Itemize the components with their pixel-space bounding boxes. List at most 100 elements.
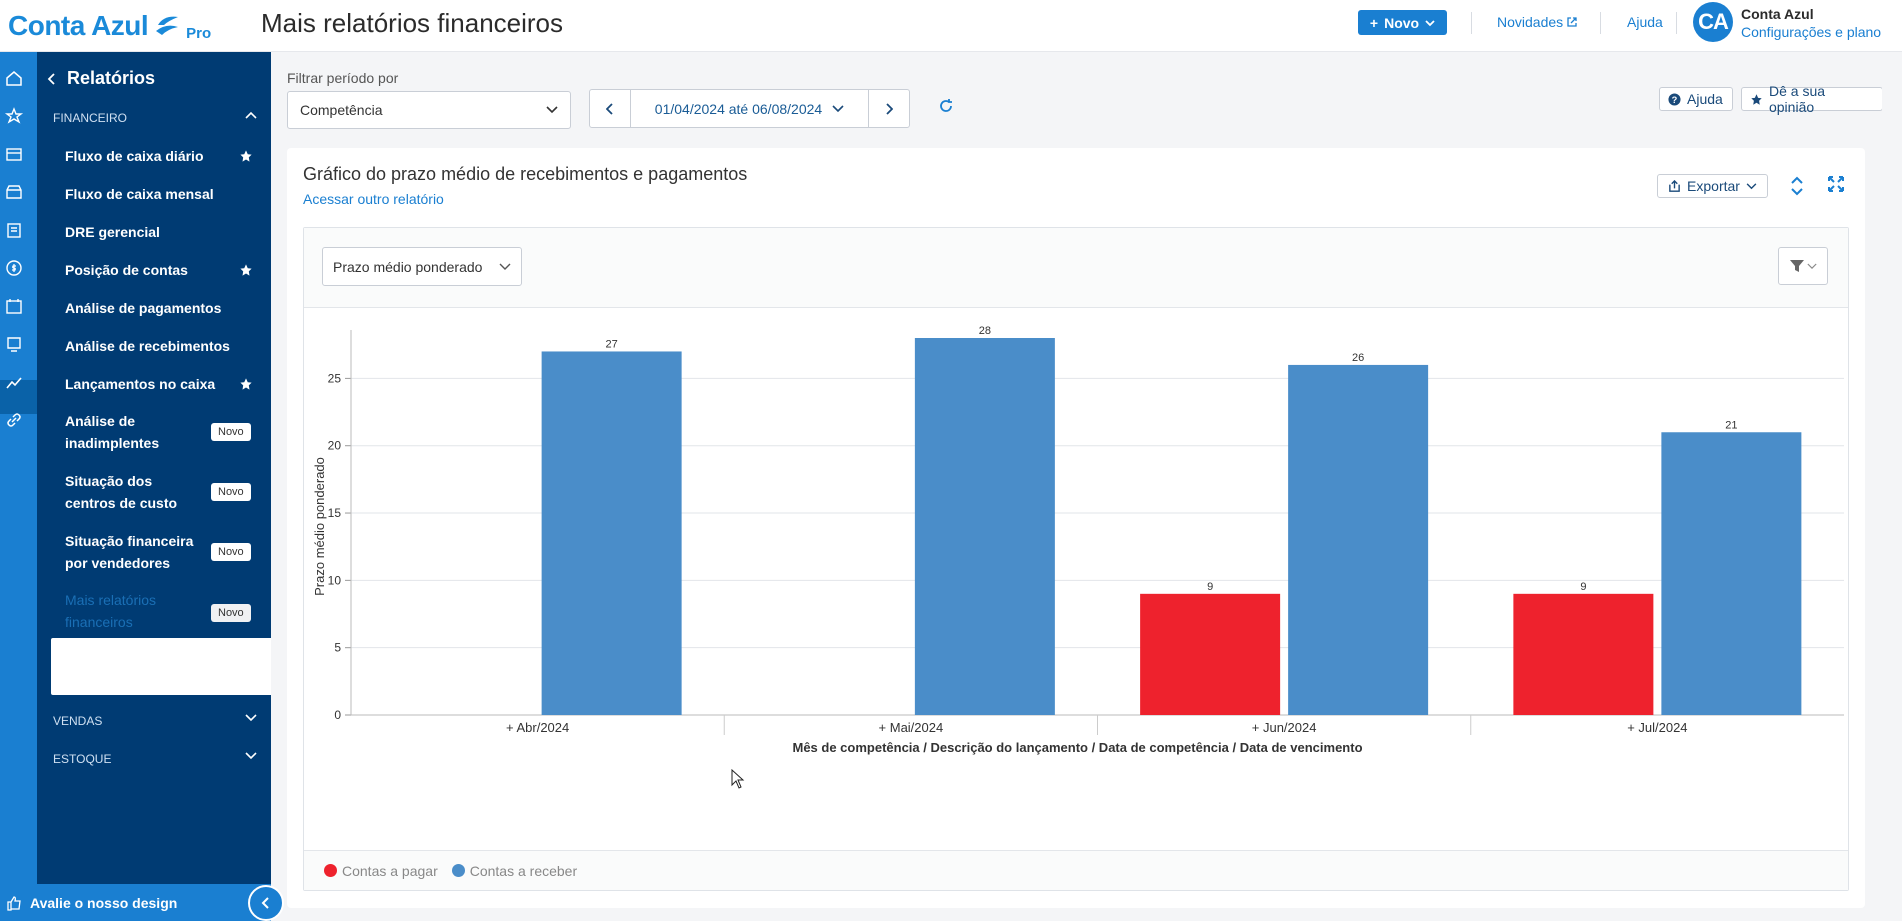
logo-text: Conta Azul [8, 10, 149, 41]
legend-item-pagar[interactable]: Contas a pagar [324, 863, 438, 879]
collapse-sidebar-button[interactable] [248, 885, 284, 921]
previous-period-button[interactable] [590, 90, 630, 127]
section-label: VENDAS [53, 714, 103, 728]
chevron-right-icon [886, 102, 893, 115]
section-estoque[interactable]: ESTOQUE [53, 752, 257, 766]
home-icon[interactable] [4, 68, 24, 88]
chevron-left-icon [261, 897, 269, 909]
opinion-button-label: Dê a sua opinião [1768, 83, 1826, 115]
section-vendas[interactable]: VENDAS [53, 714, 257, 728]
chart-line-icon[interactable] [4, 372, 24, 392]
bar-contas-a-receber [1661, 432, 1802, 715]
news-link-label: Novidades [1497, 14, 1564, 30]
date-range-value: 01/04/2024 até 06/08/2024 [654, 100, 823, 117]
data-label: 26 [1352, 352, 1364, 364]
external-link-icon [1567, 17, 1577, 27]
period-filter-label: Filtrar período por [287, 70, 399, 86]
sidebar-item-fluxo-diario[interactable]: Fluxo de caixa diário [65, 145, 257, 167]
clipboard-icon[interactable] [4, 220, 24, 240]
feedback-opinion-button[interactable]: Dê a sua opinião [1741, 83, 1883, 115]
avatar[interactable]: CA [1693, 2, 1733, 42]
sidebar-item-label: DRE gerencial [65, 224, 160, 240]
new-button-label: Novo [1384, 14, 1420, 31]
sidebar-item-centros-custo[interactable]: Situação dos centros de custo [65, 470, 205, 514]
store-icon[interactable] [4, 182, 24, 202]
section-financeiro[interactable]: FINANCEIRO [53, 111, 257, 125]
page-title: Mais relatórios financeiros [261, 8, 564, 38]
divider [1471, 12, 1472, 34]
chart-filter-button[interactable] [1778, 247, 1828, 285]
sidebar-item-posicao-contas[interactable]: Posição de contas [65, 259, 257, 281]
register-icon[interactable] [4, 144, 24, 164]
sidebar-item-inadimplentes[interactable]: Análise de inadimplentes [65, 410, 185, 454]
feedback-label: Avalie o nosso design [30, 894, 178, 911]
help-link[interactable]: Ajuda [1627, 14, 1663, 30]
sidebar-item-label: Análise de recebimentos [65, 338, 230, 354]
sidebar-item-label: Situação financeira por vendedores [65, 533, 194, 571]
y-axis-label: Prazo médio ponderado [312, 457, 327, 596]
expand-collapse-icon[interactable] [1790, 176, 1804, 196]
period-select[interactable]: Competência [287, 91, 571, 129]
sidebar-item-label: Análise de pagamentos [65, 300, 222, 316]
logo[interactable]: Conta Azul Pro [8, 6, 211, 46]
news-link[interactable]: Novidades [1497, 14, 1577, 30]
chart-toolbar: Prazo médio ponderado [304, 228, 1848, 308]
data-label: 27 [606, 338, 618, 350]
report-card: Gráfico do prazo médio de recebimentos e… [287, 148, 1865, 908]
money-icon[interactable] [4, 258, 24, 278]
metric-select-value: Prazo médio ponderado [333, 258, 483, 275]
legend-label: Contas a pagar [342, 862, 438, 879]
date-range-picker[interactable]: 01/04/2024 até 06/08/2024 [630, 90, 869, 127]
sidebar-item-dre[interactable]: DRE gerencial [65, 221, 257, 243]
sidebar-item-lancamentos-caixa[interactable]: Lançamentos no caixa [65, 373, 257, 395]
star-icon[interactable] [239, 149, 253, 163]
help-button-label: Ajuda [1687, 91, 1723, 107]
x-tick-label: + Abr/2024 [506, 720, 569, 735]
sidebar-item-label: Mais relatórios financeiros [65, 592, 157, 630]
star-icon[interactable] [4, 106, 24, 126]
y-tick-label: 25 [328, 371, 342, 385]
refresh-icon[interactable] [938, 98, 954, 114]
legend-item-receber[interactable]: Contas a receber [451, 863, 577, 879]
chevron-down-icon [1807, 263, 1817, 269]
chevron-down-icon [1746, 182, 1757, 189]
y-tick-label: 0 [334, 708, 341, 722]
fullscreen-icon[interactable] [1828, 176, 1844, 192]
calendar-money-icon[interactable] [4, 296, 24, 316]
star-icon[interactable] [239, 377, 253, 391]
next-period-button[interactable] [869, 90, 909, 127]
invoice-icon[interactable] [4, 334, 24, 354]
chart-container: Prazo médio ponderado 0 5 10 15 20 25 Prazo mé… [303, 227, 1849, 891]
top-header: Conta Azul Pro Mais relatórios financeir… [0, 0, 1902, 52]
period-select-value: Competência [300, 102, 383, 118]
settings-link[interactable]: Configurações e plano [1741, 24, 1881, 40]
new-button[interactable]: + Novo [1358, 10, 1447, 35]
chart-legend: Contas a pagar Contas a receber [304, 850, 1848, 890]
sidebar-item-analise-pagamentos[interactable]: Análise de pagamentos [65, 297, 257, 319]
section-label: ESTOQUE [53, 752, 112, 766]
filter-icon [1790, 260, 1804, 272]
feedback-button[interactable]: Avalie o nosso design [0, 884, 271, 921]
sidebar-item-fluxo-mensal[interactable]: Fluxo de caixa mensal [65, 183, 257, 205]
metric-select[interactable]: Prazo médio ponderado [322, 247, 522, 286]
sidebar-back[interactable]: Relatórios [47, 68, 155, 89]
help-circle-icon: ? [1668, 92, 1681, 106]
export-button[interactable]: Exportar [1657, 174, 1768, 198]
link-icon[interactable] [4, 410, 24, 430]
scrollbar[interactable] [1882, 52, 1902, 921]
sidebar-item-analise-recebimentos[interactable]: Análise de recebimentos [65, 335, 257, 357]
chevron-down-icon [245, 752, 257, 760]
y-tick-label: 5 [334, 641, 341, 655]
star-icon[interactable] [239, 263, 253, 277]
sidebar-item-mais-relatorios[interactable]: Mais relatórios financeiros [65, 589, 185, 633]
sidebar-item-label: Situação dos centros de custo [65, 473, 178, 511]
new-badge: Novo [211, 604, 251, 622]
report-title: Gráfico do prazo médio de recebimentos e… [303, 164, 748, 184]
new-badge: Novo [211, 483, 251, 501]
sidebar-item-vendedores[interactable]: Situação financeira por vendedores [65, 530, 205, 574]
user-name: Conta Azul [1741, 6, 1814, 22]
other-report-link[interactable]: Acessar outro relatório [303, 191, 444, 207]
divider [1676, 12, 1677, 34]
chevron-left-icon [47, 72, 55, 85]
help-button[interactable]: ? Ajuda [1659, 87, 1733, 111]
